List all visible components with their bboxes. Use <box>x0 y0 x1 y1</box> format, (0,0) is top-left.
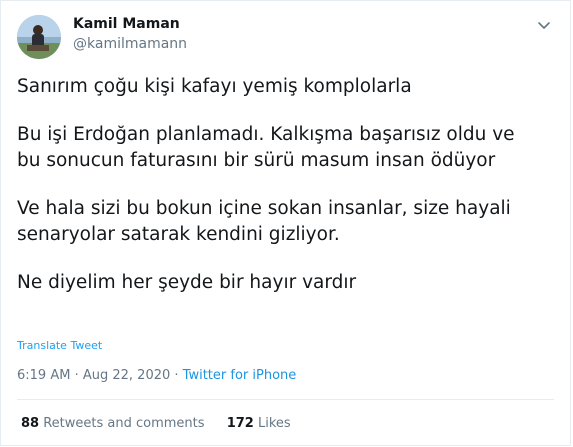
translate-tweet-link[interactable]: Translate Tweet <box>17 339 102 352</box>
retweets-label: Retweets and comments <box>43 416 205 431</box>
author-handle[interactable]: @kamilmamann <box>73 36 187 52</box>
tweet-card: Kamil Maman @kamilmamann Sanırım çoğu ki… <box>0 0 571 446</box>
retweets-stat[interactable]: 88 Retweets and comments <box>21 416 205 431</box>
tweet-source-link[interactable]: Twitter for iPhone <box>183 368 297 383</box>
tweet-paragraph: Sanırım çoğu kişi kafayı yemiş komplolar… <box>17 76 412 97</box>
avatar-photo <box>17 15 61 59</box>
likes-label: Likes <box>257 416 291 431</box>
likes-stat[interactable]: 172 Likes <box>227 416 291 431</box>
chevron-down-icon <box>538 22 550 29</box>
tweet-meta: 6:19 AM · Aug 22, 2020 · Twitter for iPh… <box>17 368 296 383</box>
meta-separator: · <box>170 368 183 383</box>
author-name[interactable]: Kamil Maman <box>73 16 180 32</box>
more-options-button[interactable] <box>532 13 556 37</box>
divider <box>17 399 554 400</box>
tweet-paragraph: Ne diyelim her şeyde bir hayır vardır <box>17 272 357 293</box>
avatar[interactable] <box>17 15 61 59</box>
tweet-paragraph: Ve hala sizi bu bokun içine sokan insanl… <box>17 198 511 245</box>
retweets-count: 88 <box>21 416 40 431</box>
tweet-paragraph: Bu işi Erdoğan planlamadı. Kalkışma başa… <box>17 124 515 171</box>
meta-separator: · <box>70 368 83 383</box>
tweet-time[interactable]: 6:19 AM <box>17 368 70 383</box>
tweet-date[interactable]: Aug 22, 2020 <box>83 368 170 383</box>
tweet-text: Sanırım çoğu kişi kafayı yemiş komplolar… <box>17 74 552 318</box>
tweet-stats: 88 Retweets and comments 172 Likes <box>21 416 291 431</box>
likes-count: 172 <box>226 416 254 431</box>
